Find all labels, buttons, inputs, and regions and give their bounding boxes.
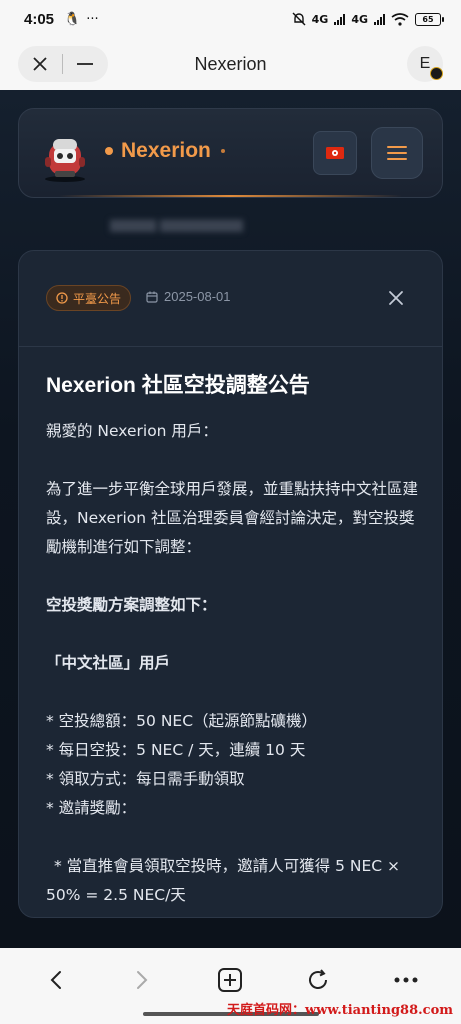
browser-bottom-bar: 天庭首码网：www.tianting88.com — [0, 948, 461, 1024]
browser-controls — [18, 46, 108, 82]
site-header: Nexerion — [18, 108, 443, 198]
new-tab-button[interactable] — [210, 962, 250, 998]
info-circle-icon — [56, 292, 68, 304]
announcement-body: Nexerion 社區空投調整公告 親愛的 Nexerion 用戶： 為了進一步… — [46, 371, 421, 910]
announcement-intro: 為了進一步平衡全球用戶發展，並重點扶持中文社區建設，Nexerion 社區治理委… — [46, 480, 419, 556]
qq-icon: 🐧 — [64, 11, 81, 27]
close-modal-button[interactable] — [382, 284, 410, 312]
announcement-tag-label: 平臺公告 — [73, 291, 122, 306]
close-icon — [389, 291, 403, 305]
watermark-text: 天庭首码网：www.tianting88.com — [226, 1003, 453, 1018]
brand-logo[interactable]: Nexerion — [105, 139, 225, 163]
announcement-date-value: 2025-08-01 — [164, 289, 231, 304]
list-item: * 空投總額：50 NEC（起源節點礦機） — [46, 712, 318, 730]
back-button[interactable] — [36, 962, 76, 998]
status-time: 4:05 — [24, 10, 55, 28]
brand-name: Nexerion — [121, 139, 211, 162]
signal-icon-2 — [374, 13, 385, 25]
list-item: * 領取方式：每日需手動領取 — [46, 770, 245, 788]
battery-icon: 65 — [415, 12, 444, 26]
web-page: Nexerion ▇▇▇▇▇ ▇▇▇▇▇▇▇▇▇ 平臺公告 2025-08-01 — [0, 90, 461, 948]
announcement-section-title: 空投獎勵方案調整如下： — [46, 596, 217, 614]
list-item: * 邀請獎勵： — [46, 799, 137, 817]
minimize-button[interactable] — [63, 46, 107, 82]
minus-icon — [77, 63, 93, 65]
announcement-tag: 平臺公告 — [46, 285, 132, 311]
browser-toolbar: Nexerion E — [0, 38, 461, 90]
calendar-icon — [146, 291, 158, 303]
announcement-group-title: 「中文社區」用戶 — [46, 654, 171, 672]
announcement-date: 2025-08-01 — [146, 289, 231, 304]
refresh-button[interactable] — [298, 962, 338, 998]
list-sub-item: * 當直推會員領取空投時，邀請人可獲得 5 NEC × 50% = 2.5 NE… — [46, 857, 401, 904]
close-page-button[interactable] — [18, 46, 62, 82]
refresh-icon — [309, 969, 327, 989]
announcement-modal: 平臺公告 2025-08-01 Nexerion 社區空投調整公告 親愛的 Ne… — [18, 250, 443, 918]
extension-letter: E — [419, 55, 431, 72]
hong-kong-flag-icon — [326, 147, 344, 159]
mute-bell-icon — [292, 12, 306, 26]
forward-button[interactable] — [122, 962, 162, 998]
extension-button[interactable]: E — [407, 46, 443, 82]
network-4g-label-2: 4G — [351, 12, 368, 26]
close-icon — [33, 57, 47, 71]
status-bar: 4:05 🐧 ··· 4G 4G 65 — [0, 0, 461, 38]
robot-mascot-logo — [45, 139, 85, 182]
plus-square-icon — [218, 968, 242, 992]
blurred-background-text: ▇▇▇▇▇ ▇▇▇▇▇▇▇▇▇ — [110, 218, 244, 232]
language-button[interactable] — [313, 131, 357, 175]
announcement-title: Nexerion 社區空投調整公告 — [46, 374, 310, 397]
extension-badge-icon — [430, 67, 443, 80]
signal-icon — [334, 13, 346, 25]
more-notifications-icon: ··· — [86, 11, 99, 27]
menu-button[interactable] — [371, 127, 423, 179]
announcement-header: 平臺公告 2025-08-01 — [19, 251, 442, 347]
announcement-greeting: 親愛的 Nexerion 用戶： — [46, 422, 218, 440]
network-4g-label: 4G — [311, 12, 329, 26]
chevron-right-icon — [137, 971, 148, 989]
chevron-left-icon — [50, 971, 61, 989]
more-options-button[interactable] — [386, 962, 426, 998]
wifi-icon — [391, 12, 409, 26]
hamburger-menu-icon — [387, 146, 407, 160]
list-item: * 每日空投：5 NEC / 天，連續 10 天 — [46, 741, 306, 759]
more-dots-icon — [394, 977, 418, 983]
